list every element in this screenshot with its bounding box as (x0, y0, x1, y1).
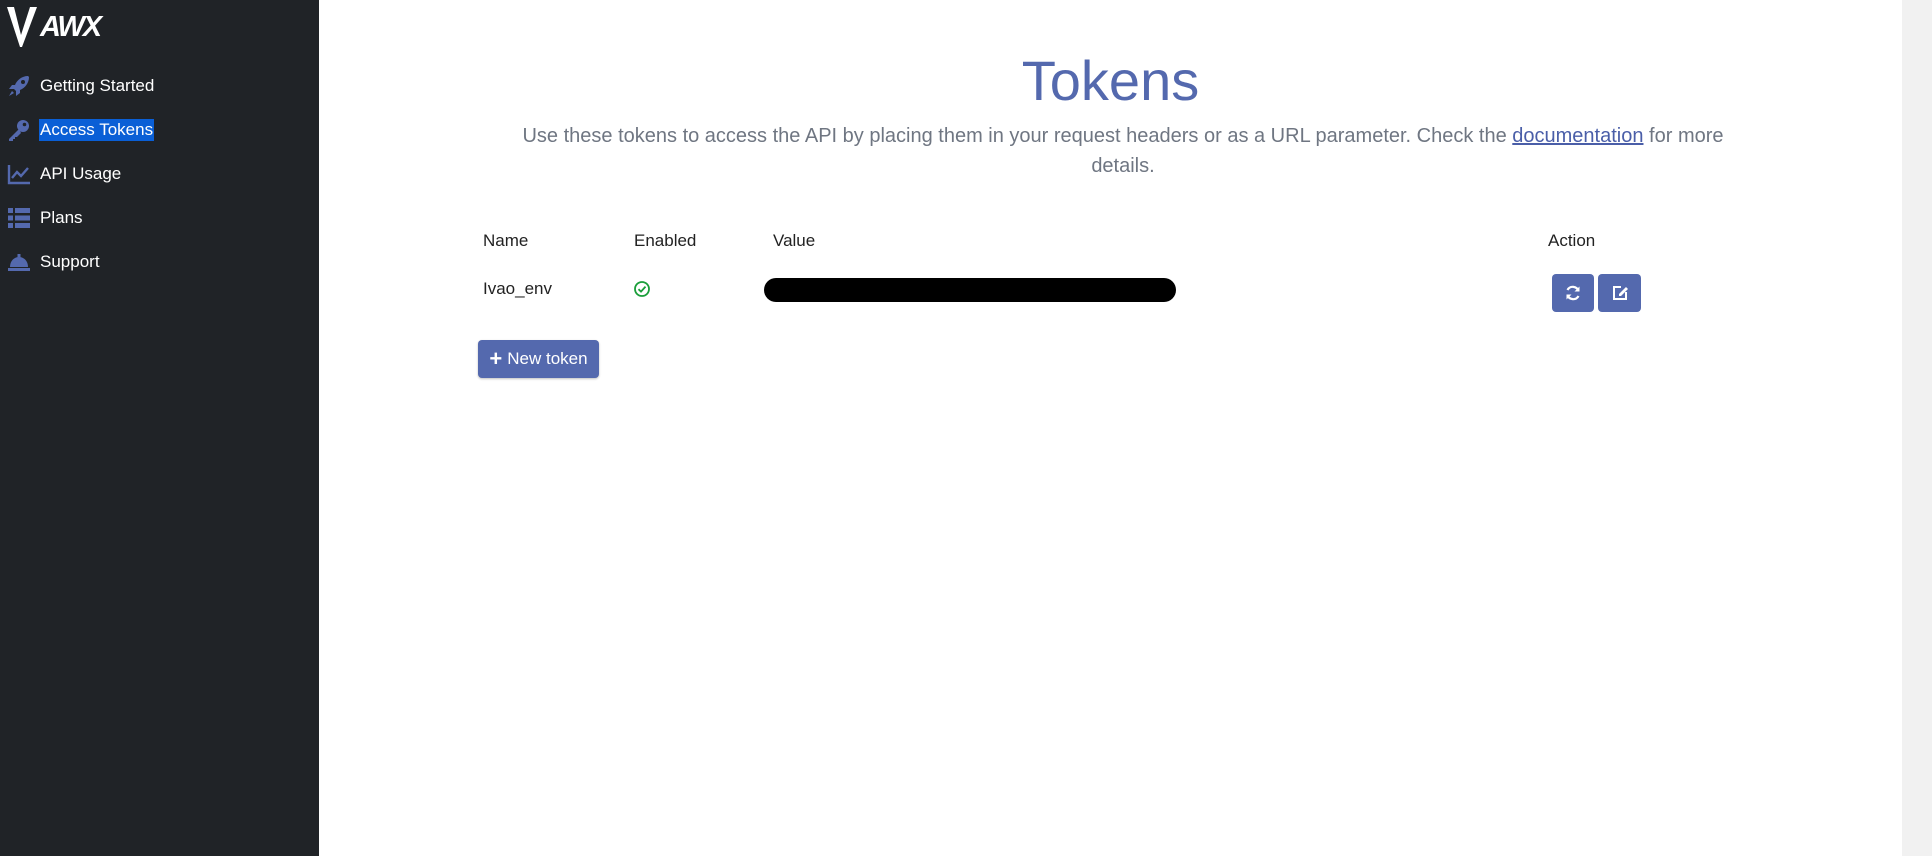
sidebar-item-label: Access Tokens (39, 119, 155, 141)
sidebar-item-getting-started[interactable]: Getting Started (0, 64, 319, 108)
refresh-icon (1566, 285, 1580, 301)
sidebar-item-access-tokens[interactable]: Access Tokens (0, 108, 319, 152)
token-value-redacted (764, 278, 1176, 302)
sidebar-item-support[interactable]: Support (0, 240, 319, 284)
column-header-enabled: Enabled (634, 231, 697, 250)
sidebar-item-label: Support (40, 252, 100, 271)
check-circle-icon (634, 281, 650, 297)
subtitle-text-before: Use these tokens to access the API by pl… (522, 125, 1513, 147)
line-chart-icon (6, 162, 32, 186)
brand-logo[interactable]: AWX (6, 4, 102, 50)
sidebar-item-label: Plans (40, 208, 83, 227)
column-header-name: Name (483, 231, 529, 250)
page-scrollbar[interactable] (1902, 0, 1932, 856)
page-title: Tokens (1021, 49, 1200, 112)
logo-v-icon (7, 7, 37, 47)
list-icon (6, 206, 32, 230)
edit-token-button[interactable] (1598, 274, 1641, 312)
edit-icon (1612, 286, 1628, 300)
brand-logo-text: AWX (40, 11, 102, 43)
key-icon (6, 118, 32, 142)
refresh-token-button[interactable] (1552, 274, 1594, 312)
sidebar: AWX Getting Started Access Tokens API Us… (0, 0, 319, 856)
page-subtitle: Use these tokens to access the API by pl… (505, 121, 1741, 181)
new-token-label: New token (507, 349, 588, 368)
sidebar-nav: Getting Started Access Tokens API Usage (0, 64, 319, 284)
plus-icon: + (489, 346, 503, 371)
documentation-link[interactable]: documentation (1512, 125, 1643, 147)
token-name: Ivao_env (483, 279, 552, 298)
new-token-button[interactable]: + New token (478, 340, 599, 378)
main-content: Tokens Use these tokens to access the AP… (319, 0, 1902, 856)
sidebar-item-label: API Usage (40, 164, 122, 183)
sidebar-item-api-usage[interactable]: API Usage (0, 152, 319, 196)
sidebar-item-plans[interactable]: Plans (0, 196, 319, 240)
column-header-value: Value (773, 231, 816, 250)
bell-icon (6, 250, 32, 274)
column-header-action: Action (1548, 231, 1596, 250)
sidebar-item-label: Getting Started (40, 76, 155, 95)
rocket-icon (6, 74, 32, 98)
